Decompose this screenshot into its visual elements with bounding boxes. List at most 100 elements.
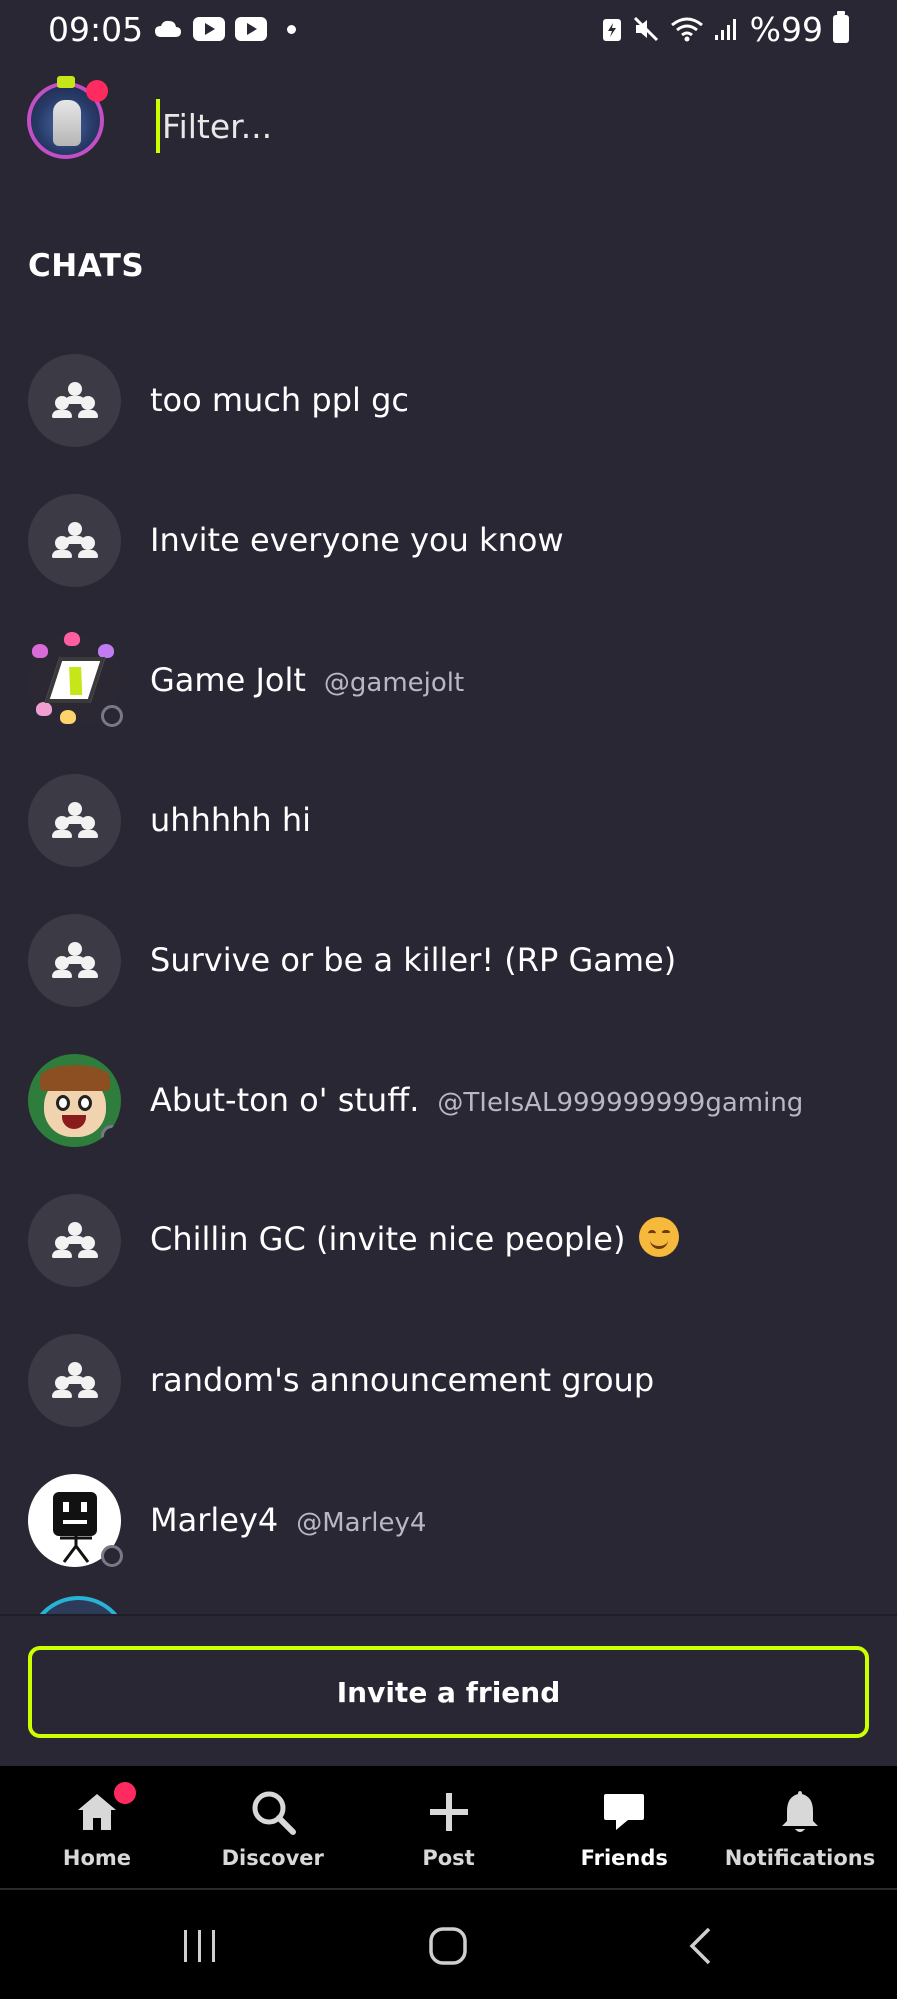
cartoon-face-icon	[39, 1065, 110, 1137]
recent-apps-icon	[184, 1929, 215, 1962]
group-icon	[51, 802, 98, 838]
group-avatar	[28, 353, 121, 447]
youtube-icon	[193, 17, 226, 41]
group-icon	[51, 1362, 98, 1398]
chat-list: too much ppl gc Invite everyone you know…	[0, 330, 897, 1590]
section-title: CHATS	[28, 248, 145, 284]
nav-friends[interactable]: Friends	[539, 1766, 709, 1888]
chat-name: Invite everyone you know	[150, 521, 564, 559]
chat-name: Chillin GC (invite nice people)	[150, 1216, 680, 1261]
profile-avatar[interactable]	[27, 76, 108, 159]
bottom-nav: Home Discover Post Friends Notifications	[0, 1766, 897, 1888]
heart-icon	[32, 643, 48, 658]
status-left: 09:05	[48, 9, 297, 49]
notification-dot	[86, 80, 108, 102]
bell-icon	[776, 1788, 824, 1836]
chat-row[interactable]: Marley4 @Marley4	[0, 1450, 897, 1590]
back-chevron-icon	[689, 1927, 711, 1964]
chat-handle: @Marley4	[296, 1508, 427, 1538]
partial-user-avatar	[28, 1596, 121, 1614]
status-right: %99	[602, 10, 849, 49]
offline-status-icon	[101, 1544, 123, 1567]
chat-text: random's announcement group	[150, 1361, 654, 1399]
chat-name: too much ppl gc	[150, 381, 409, 419]
chat-name: Marley4	[150, 1501, 279, 1539]
user-avatar	[28, 1473, 123, 1567]
game-jolt-logo-icon	[44, 657, 105, 703]
chat-name-text: Chillin GC (invite nice people)	[150, 1219, 626, 1258]
chat-handle: @gamejolt	[323, 668, 465, 698]
chat-name: Abut-ton o' stuff.	[150, 1081, 420, 1119]
chat-row[interactable]: too much ppl gc	[0, 330, 897, 470]
chat-text: too much ppl gc	[150, 381, 409, 419]
group-avatar	[28, 913, 121, 1007]
chat-row[interactable]: Survive or be a killer! (RP Game)	[0, 890, 897, 1030]
group-icon	[51, 1222, 98, 1258]
nav-label: Discover	[221, 1846, 324, 1870]
text-caret	[156, 99, 160, 153]
youtube-icon	[235, 17, 268, 41]
offline-status-icon	[101, 1124, 121, 1147]
user-avatar	[28, 631, 123, 727]
chat-handle: @TIeIsAL999999999gaming	[437, 1088, 804, 1118]
invite-friend-button[interactable]: Invite a friend	[28, 1646, 869, 1738]
chat-text: uhhhhh hi	[150, 801, 311, 839]
nav-label: Friends	[580, 1846, 668, 1870]
chat-name: uhhhhh hi	[150, 801, 312, 839]
chat-text: Invite everyone you know	[150, 521, 564, 559]
smiling-emoji-icon	[639, 1216, 680, 1257]
system-nav	[0, 1888, 897, 1999]
chat-text: Marley4 @Marley4	[150, 1501, 426, 1539]
back-button[interactable]	[660, 1890, 740, 1999]
chat-row[interactable]: Abut-ton o' stuff. @TIeIsAL999999999gami…	[0, 1030, 897, 1170]
wifi-icon	[670, 16, 704, 42]
heart-icon	[98, 643, 114, 658]
heart-icon	[64, 631, 80, 646]
chat-name: random's announcement group	[150, 1361, 655, 1399]
chat-row[interactable]: random's announcement group	[0, 1310, 897, 1450]
battery-saver-icon	[602, 16, 622, 42]
nav-post[interactable]: Post	[364, 1766, 534, 1888]
home-system-button[interactable]	[408, 1890, 488, 1999]
search-icon	[249, 1788, 297, 1836]
stick-figure-icon	[60, 1527, 92, 1563]
mute-icon	[632, 15, 660, 43]
home-badge	[114, 1782, 136, 1804]
chat-row[interactable]: Game Jolt @gamejolt	[0, 610, 897, 750]
home-outline-icon	[429, 1926, 467, 1965]
status-time: 09:05	[48, 9, 144, 49]
nav-label: Notifications	[724, 1846, 876, 1870]
dot-icon	[287, 24, 297, 34]
chat-row[interactable]: Invite everyone you know	[0, 470, 897, 610]
filter-placeholder: Filter...	[162, 106, 273, 146]
status-bar: 09:05 %99	[0, 0, 897, 58]
nav-discover[interactable]: Discover	[188, 1766, 358, 1888]
header: Filter...	[0, 70, 897, 180]
chat-text: Chillin GC (invite nice people)	[150, 1216, 680, 1261]
nav-label: Home	[62, 1846, 132, 1870]
chat-row[interactable]: Chillin GC (invite nice people)	[0, 1170, 897, 1310]
user-avatar	[28, 1053, 121, 1147]
group-icon	[51, 942, 98, 978]
chat-name: Game Jolt	[150, 661, 306, 699]
plus-icon	[425, 1788, 473, 1836]
heart-icon	[36, 701, 52, 716]
nav-home[interactable]: Home	[12, 1766, 182, 1888]
chat-text: Game Jolt @gamejolt	[150, 661, 464, 699]
chat-row[interactable]: uhhhhh hi	[0, 750, 897, 890]
chat-bubble-icon	[600, 1788, 648, 1836]
signal-icon	[714, 17, 740, 41]
battery-icon	[833, 11, 849, 43]
avatar-figure	[53, 100, 81, 146]
filter-input[interactable]: Filter...	[156, 98, 836, 154]
cloud-icon	[153, 19, 183, 39]
invite-area: Invite a friend	[0, 1614, 897, 1766]
heart-icon	[60, 709, 76, 724]
chat-text: Survive or be a killer! (RP Game)	[150, 941, 676, 979]
crown-icon	[57, 76, 75, 88]
group-avatar	[28, 493, 121, 587]
recent-apps-button[interactable]	[160, 1890, 240, 1999]
group-icon	[51, 382, 98, 418]
nav-notifications[interactable]: Notifications	[715, 1766, 885, 1888]
offline-status-icon	[101, 704, 123, 727]
